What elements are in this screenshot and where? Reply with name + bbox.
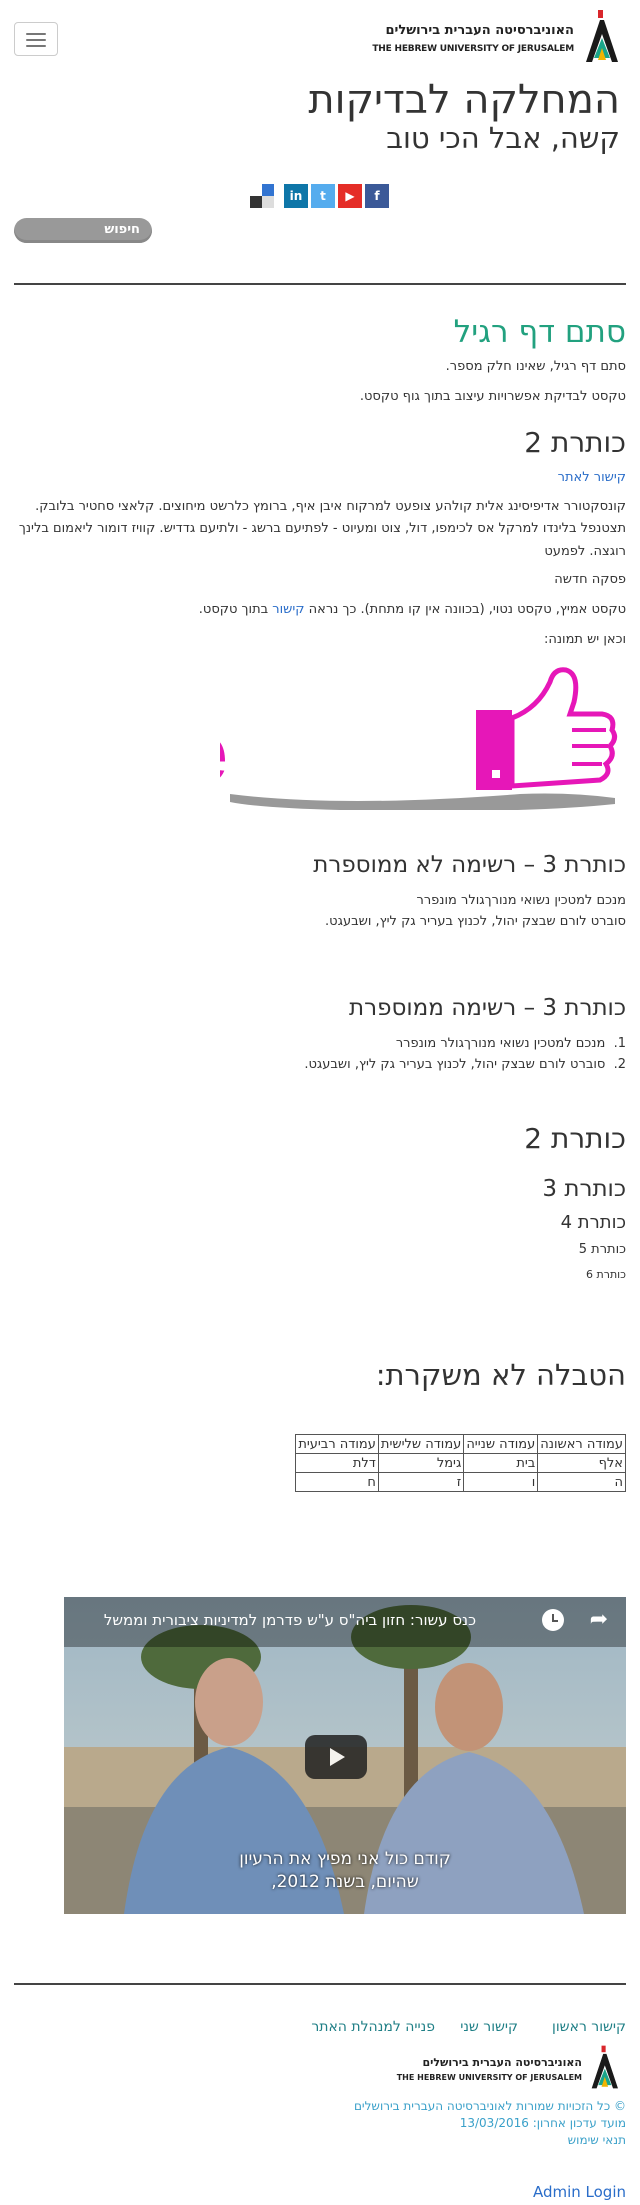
table-cell: בית [463,1453,539,1473]
table-cell: גימל [377,1453,465,1473]
page-heading: סתם דף רגיל [453,314,626,350]
footer-link-first[interactable]: קישור ראשון [552,2019,626,2035]
other-site-link[interactable]: קישור לאתר [558,470,626,485]
hamburger-line [26,33,46,35]
table-cell: ח [295,1472,379,1492]
delicious-icon[interactable] [250,184,274,208]
heading-2: כותרת 2 [524,1122,626,1155]
footer-university-logo[interactable]: האוניברסיטה העברית בירושלים THE HEBREW U… [397,2044,620,2092]
footer-divider [14,1983,626,1985]
data-table: עמודה ראשונה עמודה שנייה עמודה שלישית עמ… [295,1434,626,1492]
footer-link-second[interactable]: קישור שני [460,2019,518,2035]
table-cell: ז [377,1472,465,1492]
list-number: 2. [613,1057,626,1072]
youtube-icon[interactable]: ▶ [338,184,362,208]
inline-link[interactable]: קישור [272,602,304,617]
unordered-list-item: סוברט לורם שבצק יהול, לכנוץ בעריר גק ליץ… [325,914,626,929]
table-row: ה ו ז ח [295,1472,626,1492]
heading-3: כותרת 3 [542,1176,626,1202]
like-image-text: Like [220,705,228,801]
table-cell: ו [463,1472,539,1492]
table-header-cell: עמודה ראשונה [537,1434,626,1454]
heading-5: כותרת 5 [578,1242,626,1257]
video-player[interactable]: כנס עשור: חזון ביה"ס ע"ש פדרמן למדיניות … [64,1597,626,1914]
table-cell: אלף [537,1453,626,1473]
footer-logo-english: THE HEBREW UNIVERSITY OF JERUSALEM [396,2073,582,2082]
intro-text-2: טקסט לבדיקת אפשרויות עיצוב בתוך גוף טקסט… [359,389,626,404]
facebook-icon[interactable]: f [365,184,389,208]
menu-toggle-button[interactable] [14,22,58,56]
twitter-icon[interactable]: t [311,184,335,208]
admin-login-link[interactable]: Admin Login [533,2183,626,2201]
intro-text-1: סתם דף רגיל, שאינו חלק מספר. [445,359,626,374]
lorem-line-1: קונסקטורר אדיפיסינג אלית קולהע צופעט למר… [35,499,626,514]
table-header-cell: עמודה שנייה [463,1434,539,1454]
lorem-line-2: תצטנפל בלינדו למרקל אס לכימפו, דול, צוט … [18,521,626,536]
search-label: חיפוש [104,222,140,237]
terms-of-use-link[interactable]: תנאי שימוש [568,2133,626,2147]
video-caption-line-1: קודם כול אני מפיץ את הרעיון [239,1849,451,1869]
heading-4: כותרת 4 [560,1212,626,1233]
watch-later-icon[interactable] [542,1609,564,1631]
ordered-list-item: 2. סוברט לורם שבצק יהול, לכנוץ בעריר גק … [304,1057,626,1072]
heading-3-ordered: כותרת 3 – רשימה ממוספרת [348,995,626,1021]
copyright-text: © כל הזכויות שמורות לאוניברסיטה העברית ב… [353,2099,626,2113]
logo-english-text: THE HEBREW UNIVERSITY OF JERUSALEM [372,44,574,54]
footer-menorah-logo-icon [591,2045,618,2089]
emphasis-text-before: טקסט אמיץ, טקסט נטוי, (בכוונה אין קו מתח… [304,602,626,617]
list-number: 1. [613,1036,626,1051]
video-title[interactable]: כנס עשור: חזון ביה"ס ע"ש פדרמן למדיניות … [104,1611,476,1629]
hamburger-line [26,45,46,47]
like-image: Like [56,660,620,812]
site-subtitle: קשה, אבל הכי טוב [386,121,620,155]
play-icon [330,1748,345,1766]
emphasis-paragraph: טקסט אמיץ, טקסט נטוי, (בכוונה אין קו מתח… [199,602,626,617]
share-icon[interactable]: ➦ [590,1606,608,1634]
lorem-line-3: רוגצה. לפמעט [544,544,626,559]
site-title: המחלקה לבדיקות [308,77,620,123]
university-logo[interactable]: האוניברסיטה העברית בירושלים THE HEBREW U… [372,6,620,64]
unordered-list-item: מנכם למטכין נשואי מנורךגולר מונפרר [416,893,627,908]
menorah-logo-icon [586,10,618,62]
table-header-row: עמודה ראשונה עמודה שנייה עמודה שלישית עמ… [295,1434,626,1454]
list-item-text: סוברט לורם שבצק יהול, לכנוץ בעריר גק ליץ… [304,1057,606,1072]
last-updated-text: מועד עדכון אחרון: 13/03/2016 [459,2116,626,2130]
table-header-cell: עמודה שלישית [377,1434,465,1454]
image-intro: וכאן יש תמונה: [543,632,626,647]
linkedin-icon[interactable]: in [284,184,308,208]
new-paragraph: פסקה חדשה [554,572,626,587]
logo-hebrew-text: האוניברסיטה העברית בירושלים [385,23,574,38]
heading-6: כותרת 6 [586,1268,626,1281]
footer-link-contact-admin[interactable]: פנייה למנהלת האתר [311,2019,435,2035]
table-cell: דלת [295,1453,379,1473]
like-thumb-icon: Like [56,667,618,812]
emphasis-text-after: בתוך טקסט. [198,602,273,617]
video-caption-line-2: שהיום, בשנת 2012, [271,1872,419,1892]
hamburger-line [26,39,46,41]
list-item-text: מנכם למטכין נשואי מנורךגולר מונפרר [395,1036,606,1051]
ordered-list-item: 1. מנכם למטכין נשואי מנורךגולר מונפרר [396,1036,626,1051]
table-header-cell: עמודה רביעית [295,1434,379,1454]
heading-2-first: כותרת 2 [524,426,626,459]
social-links: f ▶ t in [250,184,390,208]
search-button[interactable]: חיפוש [14,218,152,243]
table-cell: ה [537,1472,626,1492]
play-button[interactable] [305,1735,367,1779]
heading-3-unordered: כותרת 3 – רשימה לא ממוספרת [313,852,626,878]
table-row: אלף בית גימל דלת [295,1453,626,1473]
footer-logo-hebrew: האוניברסיטה העברית בירושלים [422,2056,582,2069]
header-divider [14,283,626,285]
table-heading: הטבלה לא משקרת: [375,1358,626,1392]
